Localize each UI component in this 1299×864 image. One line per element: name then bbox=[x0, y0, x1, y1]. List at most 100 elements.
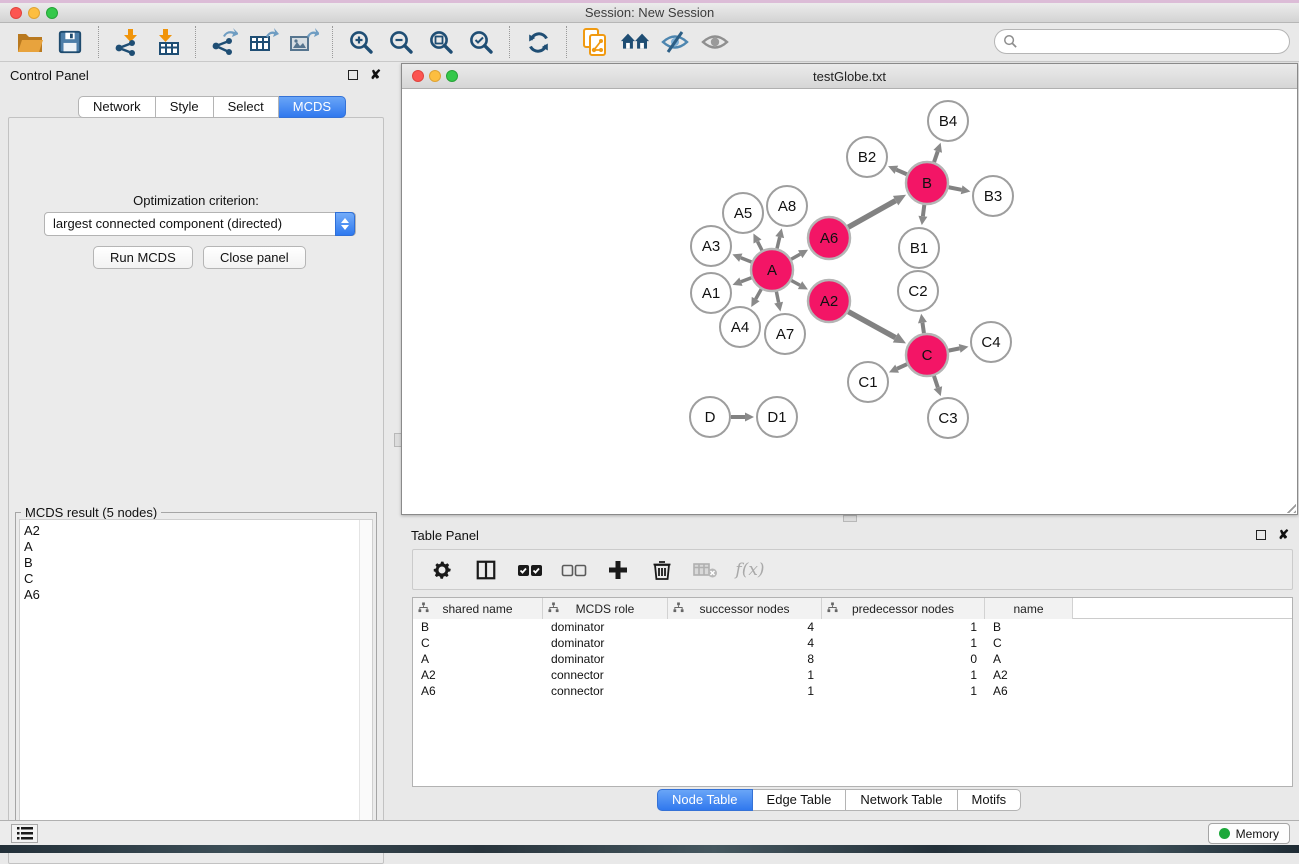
table-cell[interactable]: dominator bbox=[543, 635, 668, 651]
table-cell[interactable]: A2 bbox=[413, 667, 543, 683]
graph-edge-A6-B[interactable] bbox=[848, 201, 895, 228]
graph-edge-A-A1[interactable] bbox=[741, 278, 751, 282]
search-input[interactable] bbox=[1018, 34, 1281, 49]
network-close-button[interactable] bbox=[412, 70, 424, 82]
open-session-icon[interactable] bbox=[15, 27, 45, 57]
column-header-MCDS-role[interactable]: MCDS role bbox=[543, 598, 668, 619]
hide-panels-eye-slash-icon[interactable] bbox=[660, 27, 690, 57]
graph-node-D1[interactable]: D1 bbox=[757, 397, 797, 437]
graph-edge-C-C3[interactable] bbox=[934, 376, 938, 388]
graph-edge-B-B1[interactable] bbox=[923, 205, 924, 216]
tab-network-table[interactable]: Network Table bbox=[846, 789, 957, 811]
function-builder-icon[interactable]: f(x) bbox=[737, 557, 763, 583]
graph-node-B4[interactable]: B4 bbox=[928, 101, 968, 141]
table-cell[interactable]: A6 bbox=[413, 683, 543, 699]
graph-edge-A-A6[interactable] bbox=[791, 254, 800, 259]
table-cell[interactable]: dominator bbox=[543, 651, 668, 667]
table-cell[interactable]: A bbox=[985, 651, 1073, 667]
graph-edge-C-C1[interactable] bbox=[897, 364, 907, 369]
run-mcds-button[interactable]: Run MCDS bbox=[93, 246, 193, 269]
graph-node-A2[interactable]: A2 bbox=[808, 280, 850, 322]
table-cell[interactable]: dominator bbox=[543, 619, 668, 635]
table-row[interactable]: A6connector11A6 bbox=[413, 683, 1292, 699]
graph-edge-C-C4[interactable] bbox=[949, 348, 960, 350]
network-window-titlebar[interactable]: testGlobe.txt bbox=[402, 64, 1297, 89]
zoom-in-icon[interactable] bbox=[346, 27, 376, 57]
table-cell[interactable]: A6 bbox=[985, 683, 1073, 699]
table-cell[interactable]: B bbox=[413, 619, 543, 635]
graph-node-A1[interactable]: A1 bbox=[691, 273, 731, 313]
network-maximize-button[interactable] bbox=[446, 70, 458, 82]
export-table-icon[interactable] bbox=[249, 27, 279, 57]
criterion-select[interactable]: largest connected component (directed) bbox=[44, 212, 356, 236]
graph-edge-C-C2[interactable] bbox=[922, 323, 923, 334]
mcds-result-item[interactable]: B bbox=[24, 555, 372, 571]
graph-node-A3[interactable]: A3 bbox=[691, 226, 731, 266]
graph-node-A[interactable]: A bbox=[751, 249, 793, 291]
table-cell[interactable]: 4 bbox=[668, 635, 822, 651]
add-row-plus-icon[interactable] bbox=[605, 557, 631, 583]
table-cell[interactable]: 1 bbox=[668, 683, 822, 699]
minimize-window-button[interactable] bbox=[28, 7, 40, 19]
column-header-shared-name[interactable]: shared name bbox=[413, 598, 543, 619]
table-cell[interactable]: 1 bbox=[822, 619, 985, 635]
delete-table-icon[interactable] bbox=[693, 557, 719, 583]
graph-edge-A-A7[interactable] bbox=[776, 292, 778, 303]
mcds-result-item[interactable]: A bbox=[24, 539, 372, 555]
graph-node-B2[interactable]: B2 bbox=[847, 137, 887, 177]
task-history-button[interactable] bbox=[11, 824, 38, 843]
graph-node-A6[interactable]: A6 bbox=[808, 217, 850, 259]
table-cell[interactable]: C bbox=[413, 635, 543, 651]
graph-edge-B-B2[interactable] bbox=[896, 170, 906, 175]
tab-node-table[interactable]: Node Table bbox=[657, 789, 753, 811]
table-cell[interactable]: 4 bbox=[668, 619, 822, 635]
graph-edge-B-B3[interactable] bbox=[949, 187, 962, 190]
table-cell[interactable]: connector bbox=[543, 667, 668, 683]
graph-node-A4[interactable]: A4 bbox=[720, 307, 760, 347]
table-row[interactable]: Bdominator41B bbox=[413, 619, 1292, 635]
table-cell[interactable]: 0 bbox=[822, 651, 985, 667]
graph-edge-A2-C[interactable] bbox=[848, 312, 895, 338]
tab-style[interactable]: Style bbox=[156, 96, 214, 118]
tab-select[interactable]: Select bbox=[214, 96, 279, 118]
graph-node-A7[interactable]: A7 bbox=[765, 314, 805, 354]
mcds-result-item[interactable]: A6 bbox=[24, 587, 372, 603]
home-icon[interactable] bbox=[620, 27, 650, 57]
table-cell[interactable]: 1 bbox=[822, 683, 985, 699]
close-panel-button[interactable]: Close panel bbox=[203, 246, 306, 269]
tab-network[interactable]: Network bbox=[78, 96, 156, 118]
export-image-icon[interactable] bbox=[289, 27, 319, 57]
new-network-icon[interactable] bbox=[580, 27, 610, 57]
zoom-out-icon[interactable] bbox=[386, 27, 416, 57]
horizontal-splitter-handle[interactable] bbox=[843, 515, 857, 522]
table-cell[interactable]: 1 bbox=[822, 635, 985, 651]
delete-row-trash-icon[interactable] bbox=[649, 557, 675, 583]
import-table-icon[interactable] bbox=[152, 27, 182, 57]
column-header-predecessor-nodes[interactable]: predecessor nodes bbox=[822, 598, 985, 619]
graph-edge-A-A4[interactable] bbox=[756, 289, 762, 299]
column-header-name[interactable]: name bbox=[985, 598, 1073, 619]
table-cell[interactable]: 8 bbox=[668, 651, 822, 667]
select-all-icon[interactable] bbox=[517, 557, 543, 583]
close-window-button[interactable] bbox=[10, 7, 22, 19]
table-settings-gear-icon[interactable] bbox=[429, 557, 455, 583]
refresh-icon[interactable] bbox=[523, 27, 553, 57]
float-panel-icon[interactable] bbox=[1256, 530, 1266, 540]
graph-node-B[interactable]: B bbox=[906, 162, 948, 204]
tab-motifs[interactable]: Motifs bbox=[958, 789, 1022, 811]
table-cell[interactable]: A2 bbox=[985, 667, 1073, 683]
export-network-icon[interactable] bbox=[209, 27, 239, 57]
maximize-window-button[interactable] bbox=[46, 7, 58, 19]
zoom-fit-icon[interactable] bbox=[426, 27, 456, 57]
graph-node-D[interactable]: D bbox=[690, 397, 730, 437]
table-cell[interactable]: 1 bbox=[822, 667, 985, 683]
table-row[interactable]: Adominator80A bbox=[413, 651, 1292, 667]
mcds-result-scrollbar[interactable] bbox=[359, 520, 372, 847]
save-session-icon[interactable] bbox=[55, 27, 85, 57]
float-panel-icon[interactable] bbox=[348, 70, 358, 80]
unselect-all-icon[interactable] bbox=[561, 557, 587, 583]
graph-node-C3[interactable]: C3 bbox=[928, 398, 968, 438]
network-minimize-button[interactable] bbox=[429, 70, 441, 82]
graph-node-C[interactable]: C bbox=[906, 334, 948, 376]
network-canvas[interactable]: B4B2BB3A8A5A6A3B1AA1C2A2A4A7C4CC1C3DD1 bbox=[402, 89, 1297, 514]
